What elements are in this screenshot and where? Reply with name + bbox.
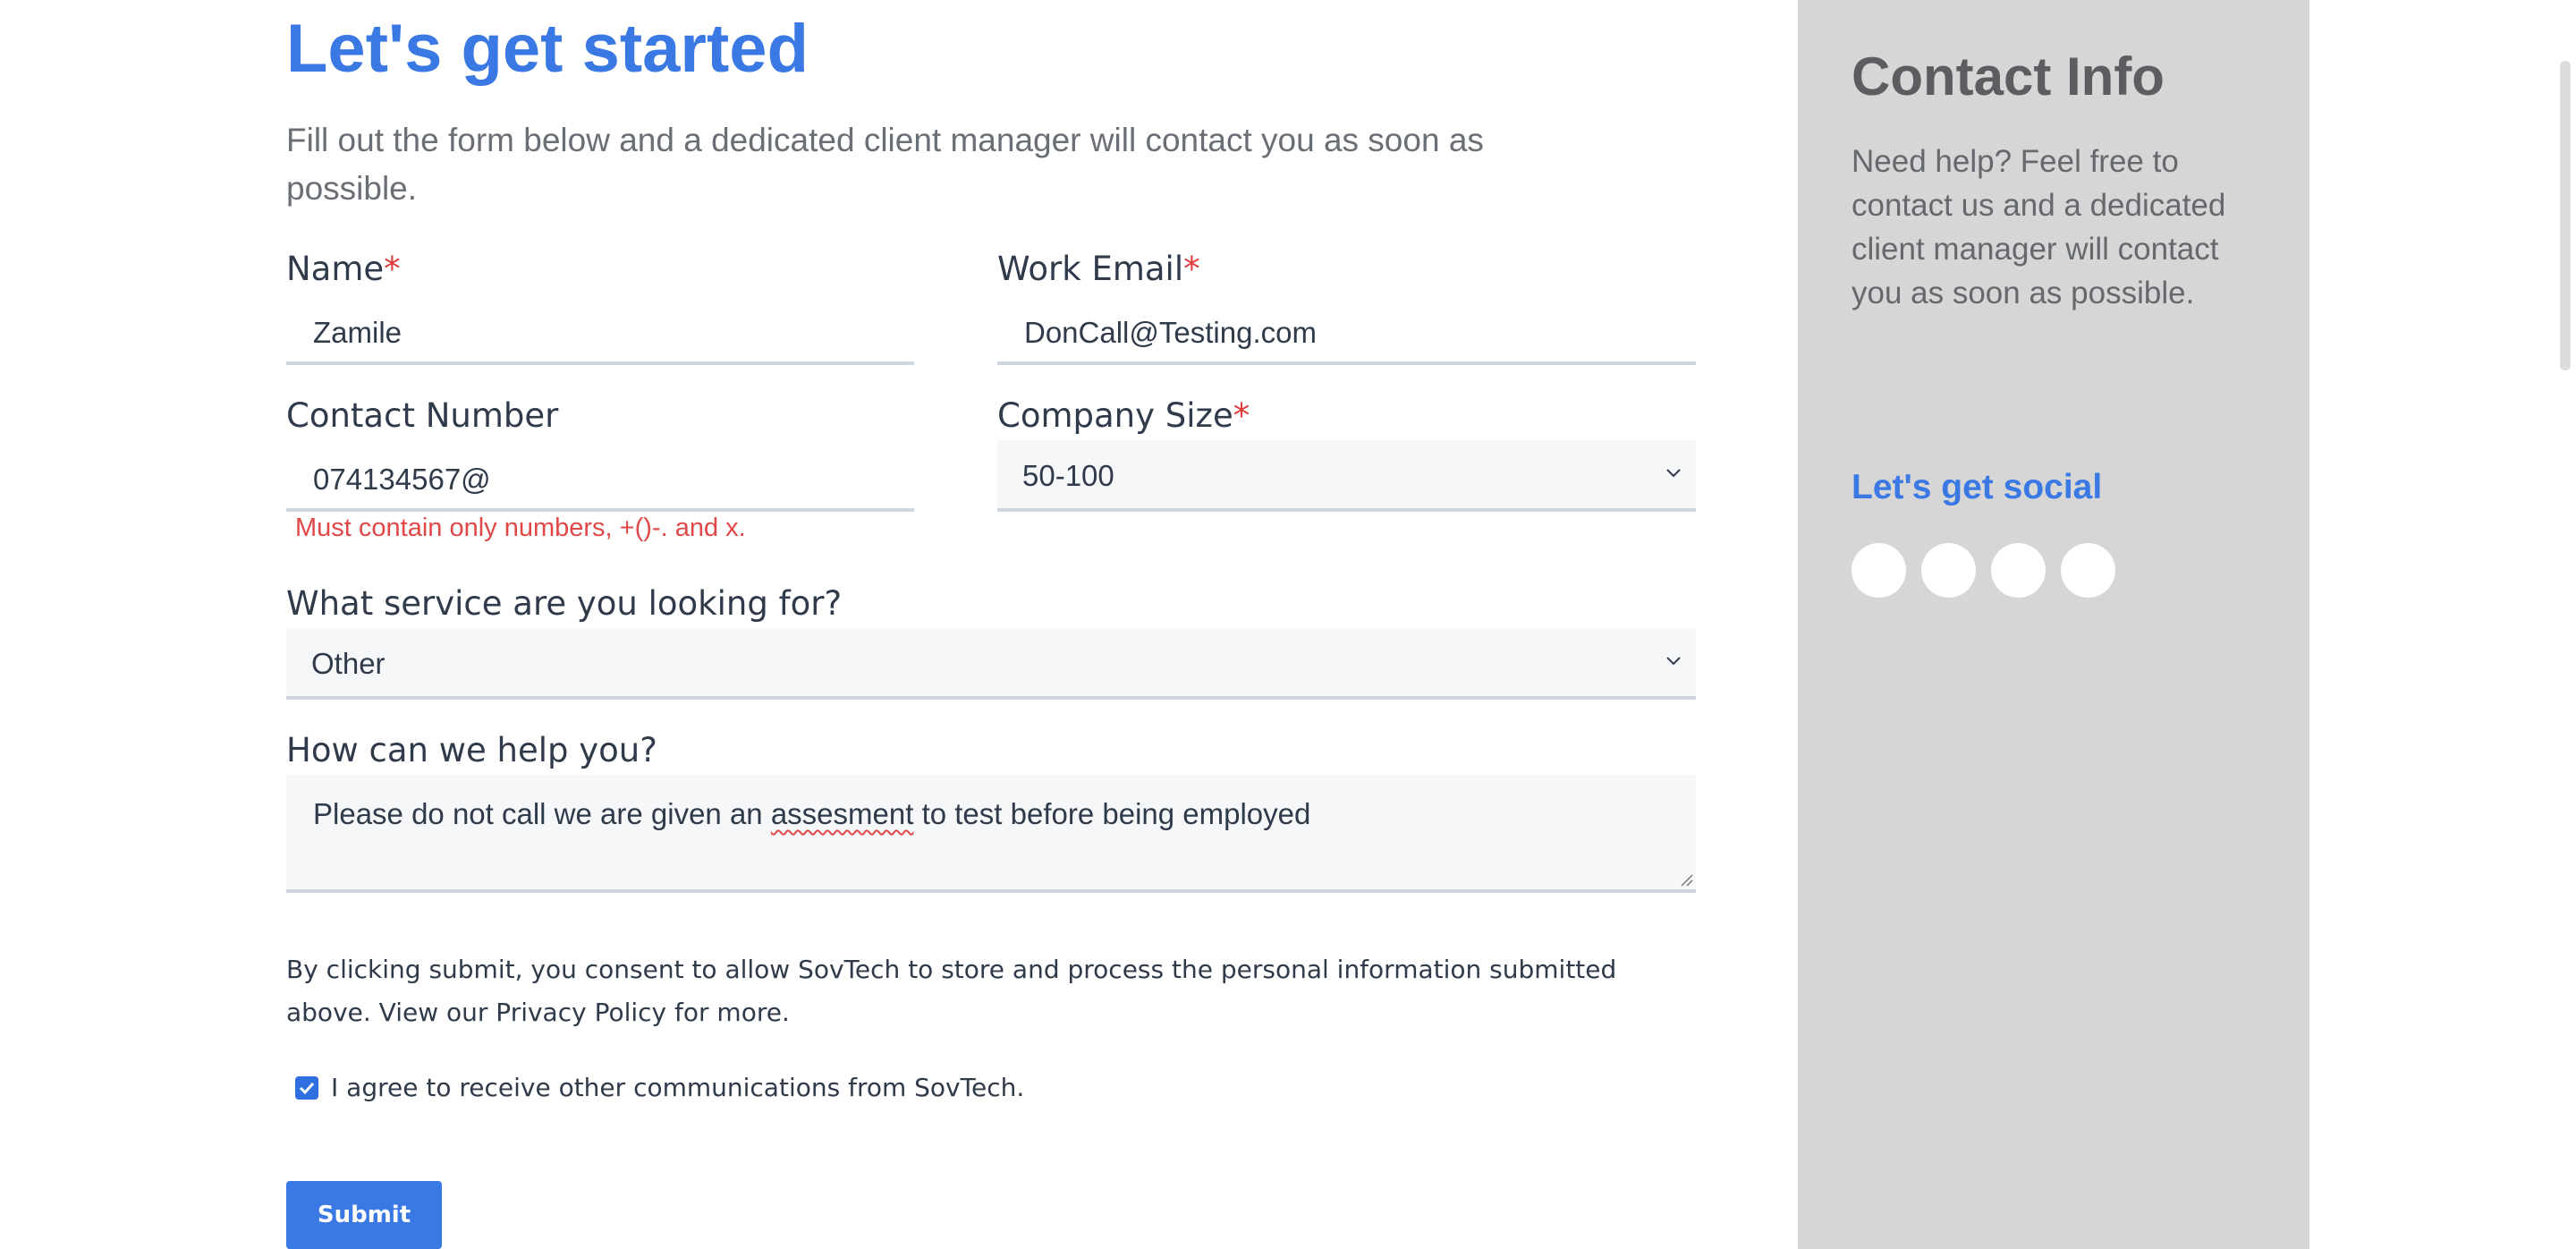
contact-info-title: Contact Info xyxy=(1852,47,2165,106)
help-textarea[interactable]: Please do not call we are given an asses… xyxy=(286,775,1696,893)
service-select[interactable]: Other xyxy=(286,628,1696,700)
contact-number-field[interactable]: 074134567@ xyxy=(286,447,914,512)
consent-text: By clicking submit, you consent to allow… xyxy=(286,955,1617,1027)
resize-handle-icon[interactable] xyxy=(1678,871,1694,888)
name-field[interactable]: Zamile xyxy=(286,301,914,365)
required-marker: * xyxy=(1183,250,1200,288)
name-label-text: Name xyxy=(286,250,385,288)
contact-number-label: Contact Number xyxy=(286,396,559,435)
help-text-part: Please do not call we are given an xyxy=(313,797,771,830)
communications-checkbox[interactable] xyxy=(295,1076,318,1100)
work-email-label: Work Email* xyxy=(997,249,1200,290)
company-size-label-text: Company Size xyxy=(997,396,1233,435)
company-size-select-value: 50-100 xyxy=(1022,459,1114,492)
company-size-select[interactable]: 50-100 xyxy=(997,440,1696,512)
social-icon-3[interactable] xyxy=(1991,543,2046,598)
service-label: What service are you looking for? xyxy=(286,584,843,623)
work-email-label-text: Work Email xyxy=(997,250,1184,288)
work-email-field-value: DonCall@Testing.com xyxy=(1024,316,1317,349)
checkmark-icon xyxy=(299,1082,315,1095)
name-field-value: Zamile xyxy=(313,316,402,349)
help-textarea-value: Please do not call we are given an asses… xyxy=(313,796,1310,832)
contact-number-field-value: 074134567@ xyxy=(313,463,491,496)
submit-button[interactable]: Submit xyxy=(286,1181,442,1249)
chevron-down-icon xyxy=(1666,469,1681,478)
help-label: How can we help you? xyxy=(286,731,657,769)
social-icon-1[interactable] xyxy=(1852,543,1906,598)
page-subtitle: Fill out the form below and a dedicated … xyxy=(286,122,1484,207)
page-title: Let's get started xyxy=(286,11,809,87)
name-label: Name* xyxy=(286,249,401,290)
communications-checkbox-label[interactable]: I agree to receive other communications … xyxy=(331,1070,1024,1106)
service-select-value: Other xyxy=(311,647,386,680)
contact-number-error: Must contain only numbers, +()-. and x. xyxy=(295,514,746,542)
contact-info-text: Need help? Feel free to contact us and a… xyxy=(1852,144,2226,310)
required-marker: * xyxy=(384,250,401,288)
page-scrollbar[interactable] xyxy=(2560,61,2571,370)
help-text-part: to test before being employed xyxy=(913,797,1311,830)
social-title: Let's get social xyxy=(1852,468,2103,506)
social-icon-4[interactable] xyxy=(2061,543,2115,598)
chevron-down-icon xyxy=(1666,657,1681,666)
work-email-field[interactable]: DonCall@Testing.com xyxy=(997,301,1696,365)
social-icon-2[interactable] xyxy=(1921,543,1976,598)
misspelled-word: assesment xyxy=(770,797,914,830)
required-marker: * xyxy=(1233,396,1250,435)
company-size-label: Company Size* xyxy=(997,395,1250,437)
contact-info-sidebar: Contact Info Need help? Feel free to con… xyxy=(1798,0,2309,1249)
